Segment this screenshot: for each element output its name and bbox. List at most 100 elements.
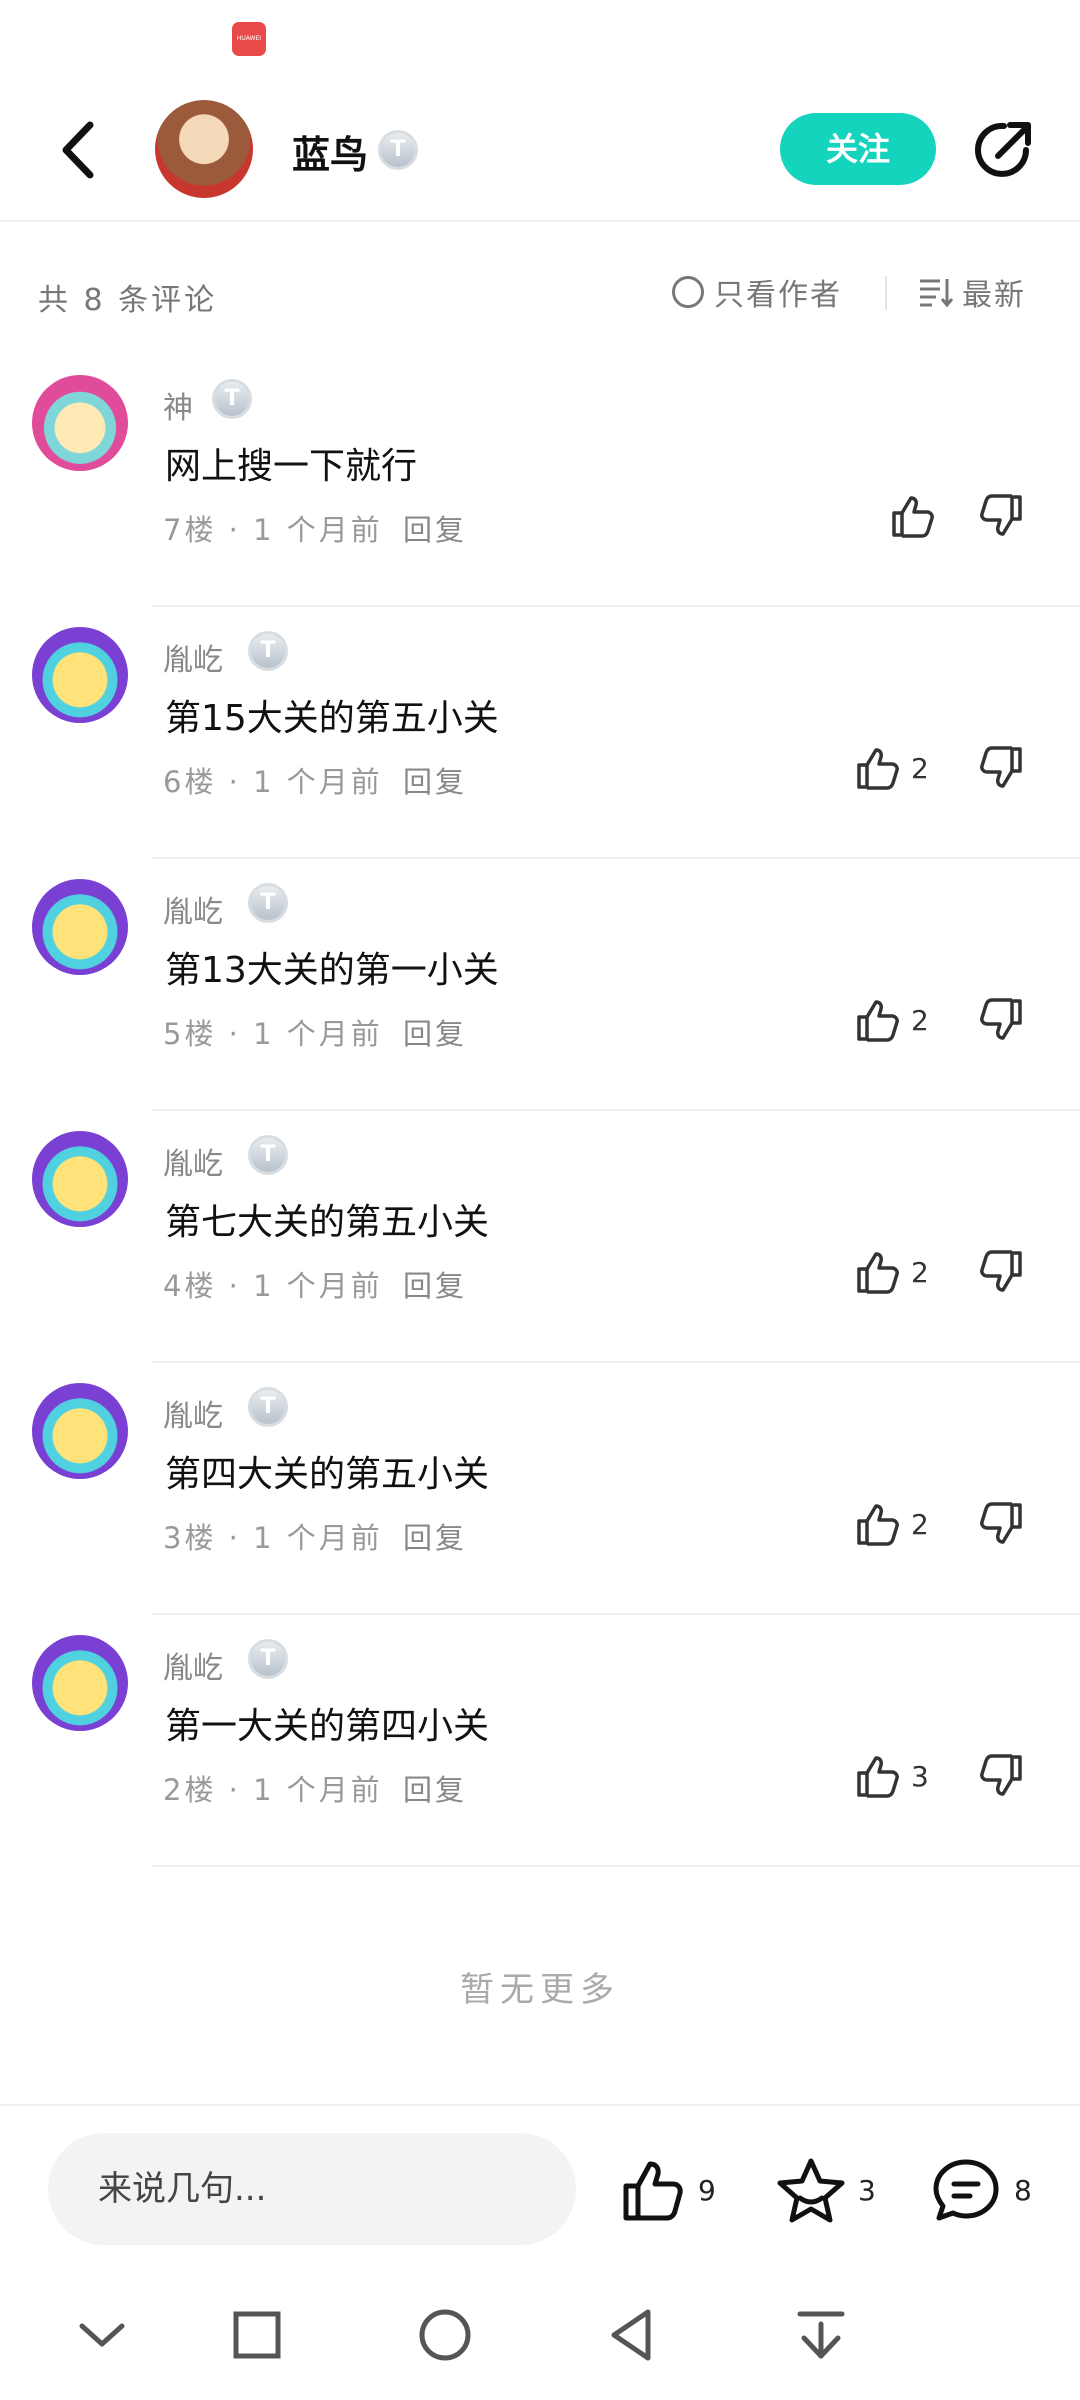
circle-icon [419,2309,471,2361]
thumbs-up-icon [857,1756,899,1798]
share-button[interactable] [968,116,1038,186]
dislike-button[interactable] [978,745,1024,795]
reply-button[interactable]: 回复 [403,1269,467,1303]
radio-circle-icon [672,276,704,308]
thumbs-down-icon [980,998,1022,1040]
reply-button[interactable]: 回复 [403,513,467,547]
comment-button[interactable]: 8 [930,2156,1032,2224]
dislike-button[interactable] [978,1249,1024,1299]
comment-time: 1 个月前 [253,765,383,799]
comment-item[interactable]: 胤屹 T 第15大关的第五小关 6楼 · 1 个月前 回复 2 [0,607,1080,859]
commenter-name[interactable]: 胤屹 [163,1391,223,1435]
commenter-name[interactable]: 胤屹 [163,1643,223,1687]
nav-collapse-button[interactable] [67,2300,137,2370]
like-count: 2 [911,751,929,785]
comment-text: 第七大关的第五小关 [165,1202,490,1243]
comment-text: 第13大关的第一小关 [165,950,499,991]
author-avatar[interactable] [155,100,253,198]
nav-home-button[interactable] [410,2300,480,2370]
commenter-name[interactable]: 胤屹 [163,1139,223,1183]
follow-button[interactable]: 关注 [780,113,936,185]
only-author-toggle[interactable]: 只看作者 [672,272,842,313]
status-app-icon: HUAWEI [232,22,266,56]
like-button[interactable]: 2 [855,997,929,1043]
comment-item[interactable]: 胤屹 T 第13大关的第一小关 5楼 · 1 个月前 回复 2 [0,859,1080,1111]
comment-item[interactable]: 胤屹 T 第四大关的第五小关 3楼 · 1 个月前 回复 2 [0,1363,1080,1615]
commenter-name[interactable]: 神 [163,383,193,427]
comment-divider [152,1865,1080,1867]
favorite-button[interactable]: 3 [776,2156,876,2224]
sort-button[interactable]: 最新 [918,272,1026,313]
dislike-button[interactable] [978,493,1024,543]
star-count: 3 [858,2173,876,2207]
comment-bubble-icon [933,2159,999,2221]
like-button[interactable]: 3 [855,1753,929,1799]
comment-text: 第四大关的第五小关 [165,1454,490,1495]
thumbs-down-icon [980,1502,1022,1544]
dislike-button[interactable] [978,1753,1024,1803]
no-more-text: 暂无更多 [460,1970,620,2010]
thumbs-down-icon [980,746,1022,788]
commenter-avatar[interactable] [32,1635,128,1731]
comment-time: 1 个月前 [253,1521,383,1555]
floor-number: 7楼 [163,513,217,547]
commenter-avatar[interactable] [32,627,128,723]
comment-text: 第15大关的第五小关 [165,698,499,739]
like-count: 3 [911,1759,929,1793]
bottom-divider [0,2104,1080,2106]
comment-item[interactable]: 胤屹 T 第一大关的第四小关 2楼 · 1 个月前 回复 3 [0,1615,1080,1867]
author-name[interactable]: 蓝鸟 [292,124,368,179]
comment-time: 1 个月前 [253,1017,383,1051]
comment-meta: 7楼 · 1 个月前 回复 [163,513,468,547]
commenter-name[interactable]: 胤屹 [163,887,223,931]
like-count: 2 [911,1507,929,1541]
like-button[interactable]: 2 [855,1501,929,1547]
comment-meta: 5楼 · 1 个月前 回复 [163,1017,468,1051]
back-button[interactable] [50,115,110,185]
thumbs-up-icon [857,1000,899,1042]
comment-meta: 6楼 · 1 个月前 回复 [163,765,468,799]
reply-button[interactable]: 回复 [403,765,467,799]
nav-recents-button[interactable] [222,2300,292,2370]
comment-count-badge: 8 [1014,2173,1032,2207]
floor-number: 3楼 [163,1521,217,1555]
level-badge: T [248,1387,288,1427]
commenter-name[interactable]: 胤屹 [163,635,223,679]
floor-number: 6楼 [163,765,217,799]
commenter-avatar[interactable] [32,1131,128,1227]
comment-count: 共 8 条评论 [38,283,218,318]
comment-text: 网上搜一下就行 [165,446,418,487]
nav-back-button[interactable] [598,2300,668,2370]
reply-button[interactable]: 回复 [403,1521,467,1555]
floor-number: 2楼 [163,1773,217,1807]
chevron-left-icon [62,121,94,179]
comment-input[interactable]: 来说几句... [48,2133,576,2245]
comment-item[interactable]: 胤屹 T 第七大关的第五小关 4楼 · 1 个月前 回复 2 [0,1111,1080,1363]
like-button[interactable]: 2 [855,745,929,791]
level-badge: T [378,130,418,170]
like-post-button[interactable]: 9 [620,2158,716,2222]
like-count: 2 [911,1003,929,1037]
commenter-avatar[interactable] [32,375,128,471]
commenter-avatar[interactable] [32,1383,128,1479]
dislike-button[interactable] [978,997,1024,1047]
thumbs-up-icon [857,1252,899,1294]
pull-down-icon [797,2311,845,2359]
sort-icon [920,279,954,308]
commenter-avatar[interactable] [32,879,128,975]
like-button[interactable] [890,493,946,539]
comment-item[interactable]: 神 T 网上搜一下就行 7楼 · 1 个月前 回复 [0,355,1080,607]
level-badge: T [248,883,288,923]
reply-button[interactable]: 回复 [403,1017,467,1051]
comment-time: 1 个月前 [253,1773,383,1807]
thumbs-down-icon [980,494,1022,536]
level-badge: T [248,1135,288,1175]
nav-notification-button[interactable] [786,2300,856,2370]
reply-button[interactable]: 回复 [403,1773,467,1807]
dislike-button[interactable] [978,1501,1024,1551]
comment-meta: 4楼 · 1 个月前 回复 [163,1269,468,1303]
sort-label: 最新 [962,278,1026,313]
level-badge: T [248,631,288,671]
thumbs-down-icon [980,1754,1022,1796]
like-button[interactable]: 2 [855,1249,929,1295]
